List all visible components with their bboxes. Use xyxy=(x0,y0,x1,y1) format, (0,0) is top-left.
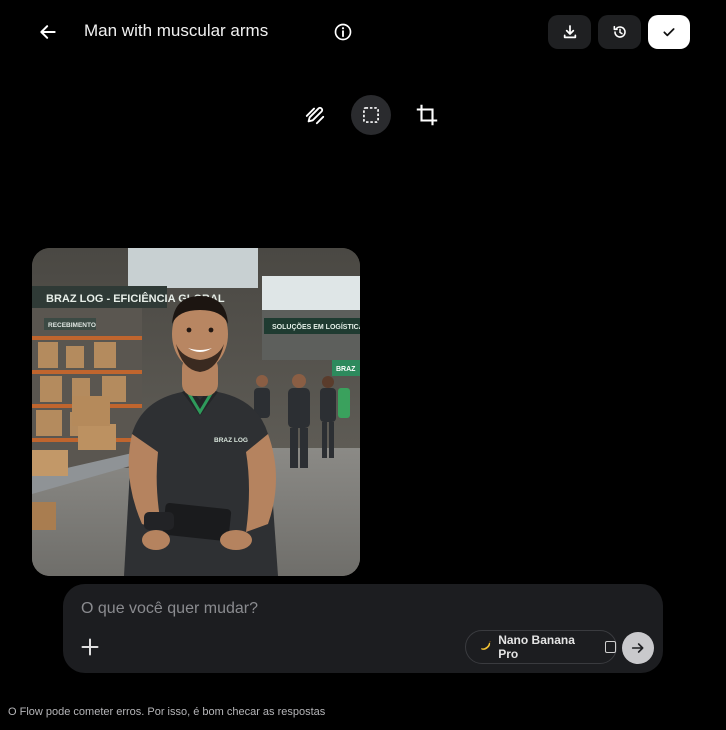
header-bar: Man with muscular arms xyxy=(0,0,726,64)
crop-tool-button[interactable] xyxy=(407,95,447,135)
info-icon xyxy=(334,23,352,41)
disclaimer-text: O Flow pode cometer erros. Por isso, é b… xyxy=(8,706,326,718)
download-icon xyxy=(563,25,576,39)
generated-image[interactable]: BRAZ LOG - EFICIÊNCIA GLOBAL RECEBIMENTO… xyxy=(32,248,360,576)
back-button[interactable] xyxy=(32,16,64,48)
history-button[interactable] xyxy=(598,15,641,49)
plus-icon xyxy=(81,638,99,656)
check-icon xyxy=(663,28,675,37)
page-title: Man with muscular arms xyxy=(84,21,269,40)
add-button[interactable] xyxy=(77,634,103,660)
arrow-left-icon xyxy=(40,25,56,39)
download-button[interactable] xyxy=(548,15,591,49)
prompt-composer: Nano Banana Pro xyxy=(63,584,663,673)
edit-pen-icon xyxy=(305,106,325,125)
info-button[interactable] xyxy=(330,19,356,45)
selection-box-icon xyxy=(363,107,379,123)
sign-small: BRAZ xyxy=(336,366,356,373)
arrow-right-icon xyxy=(631,643,644,653)
model-selector[interactable]: Nano Banana Pro xyxy=(465,630,617,664)
model-checkbox[interactable] xyxy=(604,641,616,653)
model-label: Nano Banana Pro xyxy=(498,633,575,661)
shirt-logo: BRAZ LOG xyxy=(214,437,248,444)
edit-toolbar xyxy=(0,95,726,137)
done-button[interactable] xyxy=(648,15,690,49)
edit-tool-button[interactable] xyxy=(295,95,335,135)
banana-icon xyxy=(481,641,491,650)
send-button[interactable] xyxy=(622,632,654,664)
warehouse-photo: BRAZ LOG - EFICIÊNCIA GLOBAL RECEBIMENTO… xyxy=(32,248,360,576)
sign-receiving: RECEBIMENTO xyxy=(48,322,96,329)
sign-solutions: SOLUÇÕES EM LOGÍSTICA xyxy=(272,322,360,331)
select-tool-button[interactable] xyxy=(351,95,391,135)
history-icon xyxy=(613,25,626,38)
prompt-input[interactable] xyxy=(81,596,641,622)
crop-icon xyxy=(416,104,438,126)
